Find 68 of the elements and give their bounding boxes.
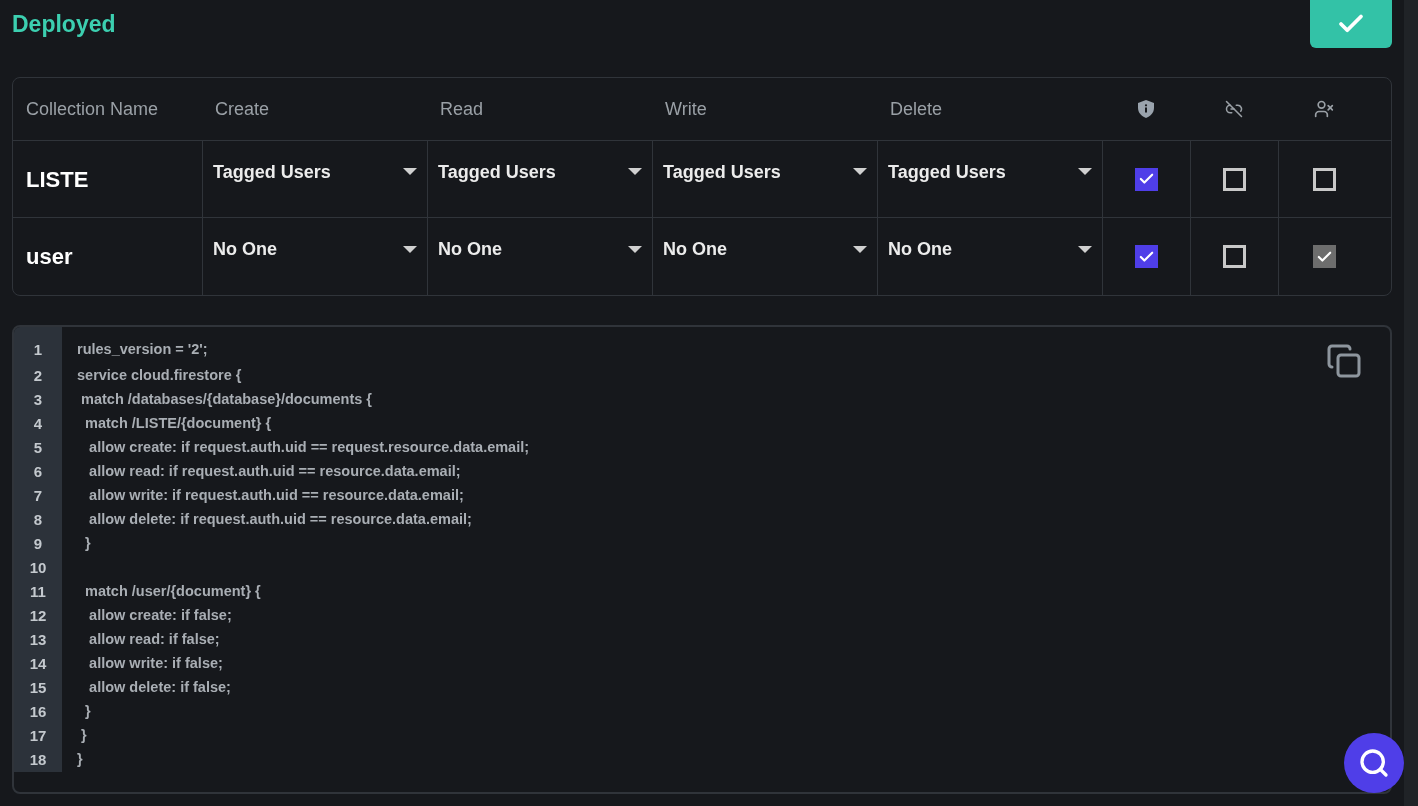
code-line: allow delete: if request.auth.uid == resource.data.email; [88, 510, 472, 530]
code-line: } [77, 750, 83, 770]
permission-dropdown[interactable]: No One [438, 236, 642, 263]
code-line: allow write: if request.auth.uid == resource.data.email; [88, 486, 464, 506]
code-line: service cloud.firestore { [77, 366, 242, 386]
line-number: 6 [33, 461, 43, 482]
line-number: 17 [29, 725, 47, 746]
line-number: 14 [29, 653, 47, 674]
search-icon [1358, 747, 1390, 779]
line-number: 13 [29, 629, 47, 650]
column-header: Read [440, 97, 484, 121]
permission-dropdown[interactable]: No One [888, 236, 1092, 263]
code-line: allow delete: if false; [88, 678, 231, 698]
shield-info-icon [1138, 100, 1154, 118]
code-line: } [80, 726, 87, 746]
caret-icon [403, 245, 417, 254]
checkbox[interactable] [1312, 245, 1336, 268]
line-number: 15 [29, 677, 47, 698]
line-number: 18 [29, 749, 47, 770]
line-number: 2 [33, 365, 43, 386]
line-number: 9 [33, 533, 43, 554]
code-line: rules_version = '2'; [77, 340, 208, 360]
permission-dropdown[interactable]: Tagged Users [438, 158, 642, 186]
line-number: 11 [30, 581, 46, 602]
code-line: match /user/{document} { [84, 582, 261, 602]
caret-icon [1078, 168, 1092, 176]
code-line: allow create: if request.auth.uid == request.resource.data.email; [88, 438, 530, 458]
permission-dropdown[interactable]: Tagged Users [213, 158, 417, 186]
copy-button[interactable] [1326, 343, 1362, 379]
column-header: Collection Name [26, 97, 159, 121]
user-x-icon [1313, 99, 1334, 119]
permission-dropdown[interactable]: Tagged Users [663, 158, 867, 186]
code-line: allow write: if false; [88, 654, 223, 674]
column-header: Write [665, 97, 707, 121]
caret-icon [628, 245, 642, 254]
line-number: 12 [29, 605, 47, 626]
code-line: match /LISTE/{document} { [84, 414, 272, 434]
unlink-icon [1225, 100, 1243, 118]
permission-dropdown[interactable]: No One [213, 236, 417, 263]
code-line: } [84, 534, 91, 554]
code-line: allow create: if false; [88, 606, 232, 626]
line-number: 16 [29, 701, 47, 722]
status-title: Deployed [12, 10, 116, 39]
column-header: Delete [890, 97, 943, 121]
line-number: 5 [33, 437, 43, 458]
collection-name: user [26, 243, 73, 271]
line-number: 4 [33, 413, 43, 434]
caret-icon [628, 168, 642, 176]
column-header: Create [215, 97, 270, 121]
line-number: 10 [29, 557, 47, 578]
line-number: 1 [33, 339, 43, 360]
code-line: match /databases/{database}/documents { [80, 390, 372, 410]
caret-icon [403, 168, 417, 176]
caret-icon [853, 245, 867, 254]
code-line: allow read: if request.auth.uid == resource.data.email; [88, 462, 461, 482]
line-number: 3 [33, 389, 43, 410]
permission-dropdown[interactable]: No One [663, 236, 867, 263]
line-number: 7 [33, 485, 43, 506]
permission-dropdown[interactable]: Tagged Users [888, 158, 1092, 186]
checkbox[interactable] [1135, 245, 1158, 268]
checkbox[interactable] [1135, 167, 1158, 191]
code-line: } [84, 702, 91, 722]
code-line: allow read: if false; [88, 630, 220, 650]
caret-icon [1078, 245, 1092, 254]
collection-name: LISTE [26, 165, 89, 194]
line-number: 8 [33, 509, 43, 530]
search-button[interactable] [1344, 733, 1404, 793]
caret-icon [853, 168, 867, 176]
